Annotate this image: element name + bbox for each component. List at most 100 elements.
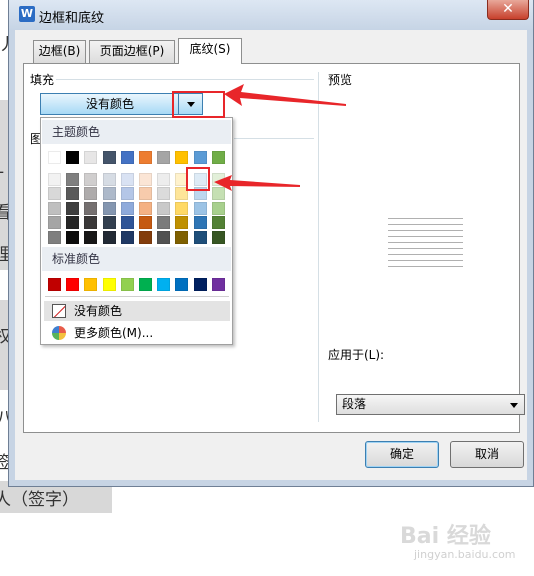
theme-color-swatch[interactable] [139, 173, 152, 186]
theme-color-swatch[interactable] [120, 216, 134, 230]
standard-color-swatch[interactable] [102, 278, 116, 291]
more-colors-label: 更多颜色(M)... [74, 326, 154, 340]
standard-color-swatch[interactable] [157, 278, 171, 291]
theme-color-swatch[interactable] [66, 173, 80, 186]
theme-color-swatch[interactable] [157, 230, 171, 244]
theme-color-swatch[interactable] [157, 201, 171, 215]
title-bar[interactable]: W 边框和底纹 ✕ [9, 0, 533, 30]
preview-sample [388, 218, 463, 272]
standard-color-swatch[interactable] [120, 278, 134, 291]
annotation-arrow-icon [214, 175, 300, 191]
preview-line [388, 224, 463, 225]
standard-color-swatch[interactable] [139, 278, 152, 291]
theme-color-swatch[interactable] [139, 201, 152, 215]
theme-color-swatch[interactable] [139, 216, 152, 230]
theme-color-swatch[interactable] [193, 230, 207, 244]
theme-color-swatch[interactable] [66, 201, 80, 215]
no-color-icon [52, 304, 66, 318]
theme-color-swatch[interactable] [157, 187, 171, 201]
theme-color-swatch[interactable] [102, 201, 116, 215]
theme-color-swatch[interactable] [175, 216, 189, 230]
standard-color-swatch[interactable] [84, 278, 98, 291]
no-color-option[interactable]: 没有颜色 [44, 301, 230, 321]
annotation-arrow-icon [224, 84, 346, 106]
more-colors-option[interactable]: 更多颜色(M)... [44, 323, 230, 343]
preview-line [388, 236, 463, 237]
close-button[interactable]: ✕ [487, 0, 529, 20]
tab-page-border[interactable]: 页面边框(P) [89, 40, 175, 63]
theme-color-swatch[interactable] [139, 151, 152, 164]
theme-color-swatch[interactable] [66, 187, 80, 201]
theme-color-swatch[interactable] [84, 201, 98, 215]
standard-color-swatch[interactable] [211, 278, 225, 291]
theme-color-swatch[interactable] [120, 201, 134, 215]
preview-line [388, 248, 463, 249]
theme-color-swatch[interactable] [139, 187, 152, 201]
theme-color-swatch[interactable] [48, 187, 61, 201]
standard-colors-header: 标准颜色 [42, 247, 231, 271]
theme-color-swatch[interactable] [48, 230, 61, 244]
theme-color-swatch[interactable] [84, 187, 98, 201]
highlight-box-dropdown-arrow [172, 91, 225, 118]
standard-color-swatch[interactable] [48, 278, 61, 291]
theme-color-swatch[interactable] [84, 151, 98, 164]
theme-color-swatch[interactable] [48, 173, 61, 186]
popup-divider [45, 296, 229, 297]
apply-to-select[interactable]: 段落 [336, 394, 525, 415]
section-separator [318, 72, 319, 422]
theme-color-swatch[interactable] [102, 216, 116, 230]
theme-color-swatch[interactable] [157, 173, 171, 186]
theme-color-swatch[interactable] [211, 201, 225, 215]
background-bottom-text: 人（签字） [0, 490, 79, 510]
theme-color-swatch[interactable] [120, 187, 134, 201]
theme-color-swatch[interactable] [193, 151, 207, 164]
theme-color-swatch[interactable] [48, 216, 61, 230]
theme-color-swatch[interactable] [102, 151, 116, 164]
theme-color-swatch[interactable] [102, 230, 116, 244]
theme-color-swatch[interactable] [48, 201, 61, 215]
tab-shading[interactable]: 底纹(S) [178, 38, 242, 64]
theme-color-swatch[interactable] [102, 173, 116, 186]
cancel-button[interactable]: 取消 [450, 441, 524, 468]
watermark-logo: Bai 经验 [400, 524, 491, 549]
theme-color-swatch[interactable] [211, 230, 225, 244]
theme-color-swatch[interactable] [102, 187, 116, 201]
color-wheel-icon [52, 326, 66, 340]
theme-color-swatch[interactable] [66, 230, 80, 244]
theme-color-swatch[interactable] [120, 173, 134, 186]
theme-color-swatch[interactable] [175, 230, 189, 244]
theme-color-swatch[interactable] [84, 216, 98, 230]
theme-color-swatch[interactable] [84, 230, 98, 244]
theme-color-swatch[interactable] [157, 151, 171, 164]
fill-divider [56, 79, 314, 80]
standard-color-swatch[interactable] [66, 278, 80, 291]
theme-color-swatch[interactable] [120, 151, 134, 164]
preview-line [388, 254, 463, 255]
theme-color-swatch[interactable] [193, 216, 207, 230]
theme-color-swatch[interactable] [211, 216, 225, 230]
standard-color-swatch[interactable] [175, 278, 189, 291]
preview-line [388, 242, 463, 243]
tab-borders[interactable]: 边框(B) [33, 40, 86, 63]
app-icon: W [19, 6, 35, 22]
theme-color-swatch[interactable] [66, 151, 80, 164]
theme-color-swatch[interactable] [66, 216, 80, 230]
theme-color-swatch[interactable] [139, 230, 152, 244]
theme-color-swatch[interactable] [211, 151, 225, 164]
preview-line [388, 230, 463, 231]
theme-color-swatch[interactable] [120, 230, 134, 244]
standard-color-swatch[interactable] [193, 278, 207, 291]
theme-color-swatch[interactable] [193, 201, 207, 215]
background-char: - [0, 162, 4, 182]
fill-color-value: 没有颜色 [85, 97, 134, 111]
theme-colors-header: 主题颜色 [42, 120, 231, 144]
theme-color-swatch[interactable] [84, 173, 98, 186]
theme-color-swatch[interactable] [175, 201, 189, 215]
theme-color-swatch[interactable] [157, 216, 171, 230]
ok-button[interactable]: 确定 [365, 441, 439, 468]
theme-color-swatch[interactable] [48, 151, 61, 164]
theme-color-swatch[interactable] [175, 151, 189, 164]
fill-section-label: 填充 [30, 73, 55, 87]
highlight-box-swatch [186, 167, 210, 191]
pattern-divider [234, 138, 314, 139]
